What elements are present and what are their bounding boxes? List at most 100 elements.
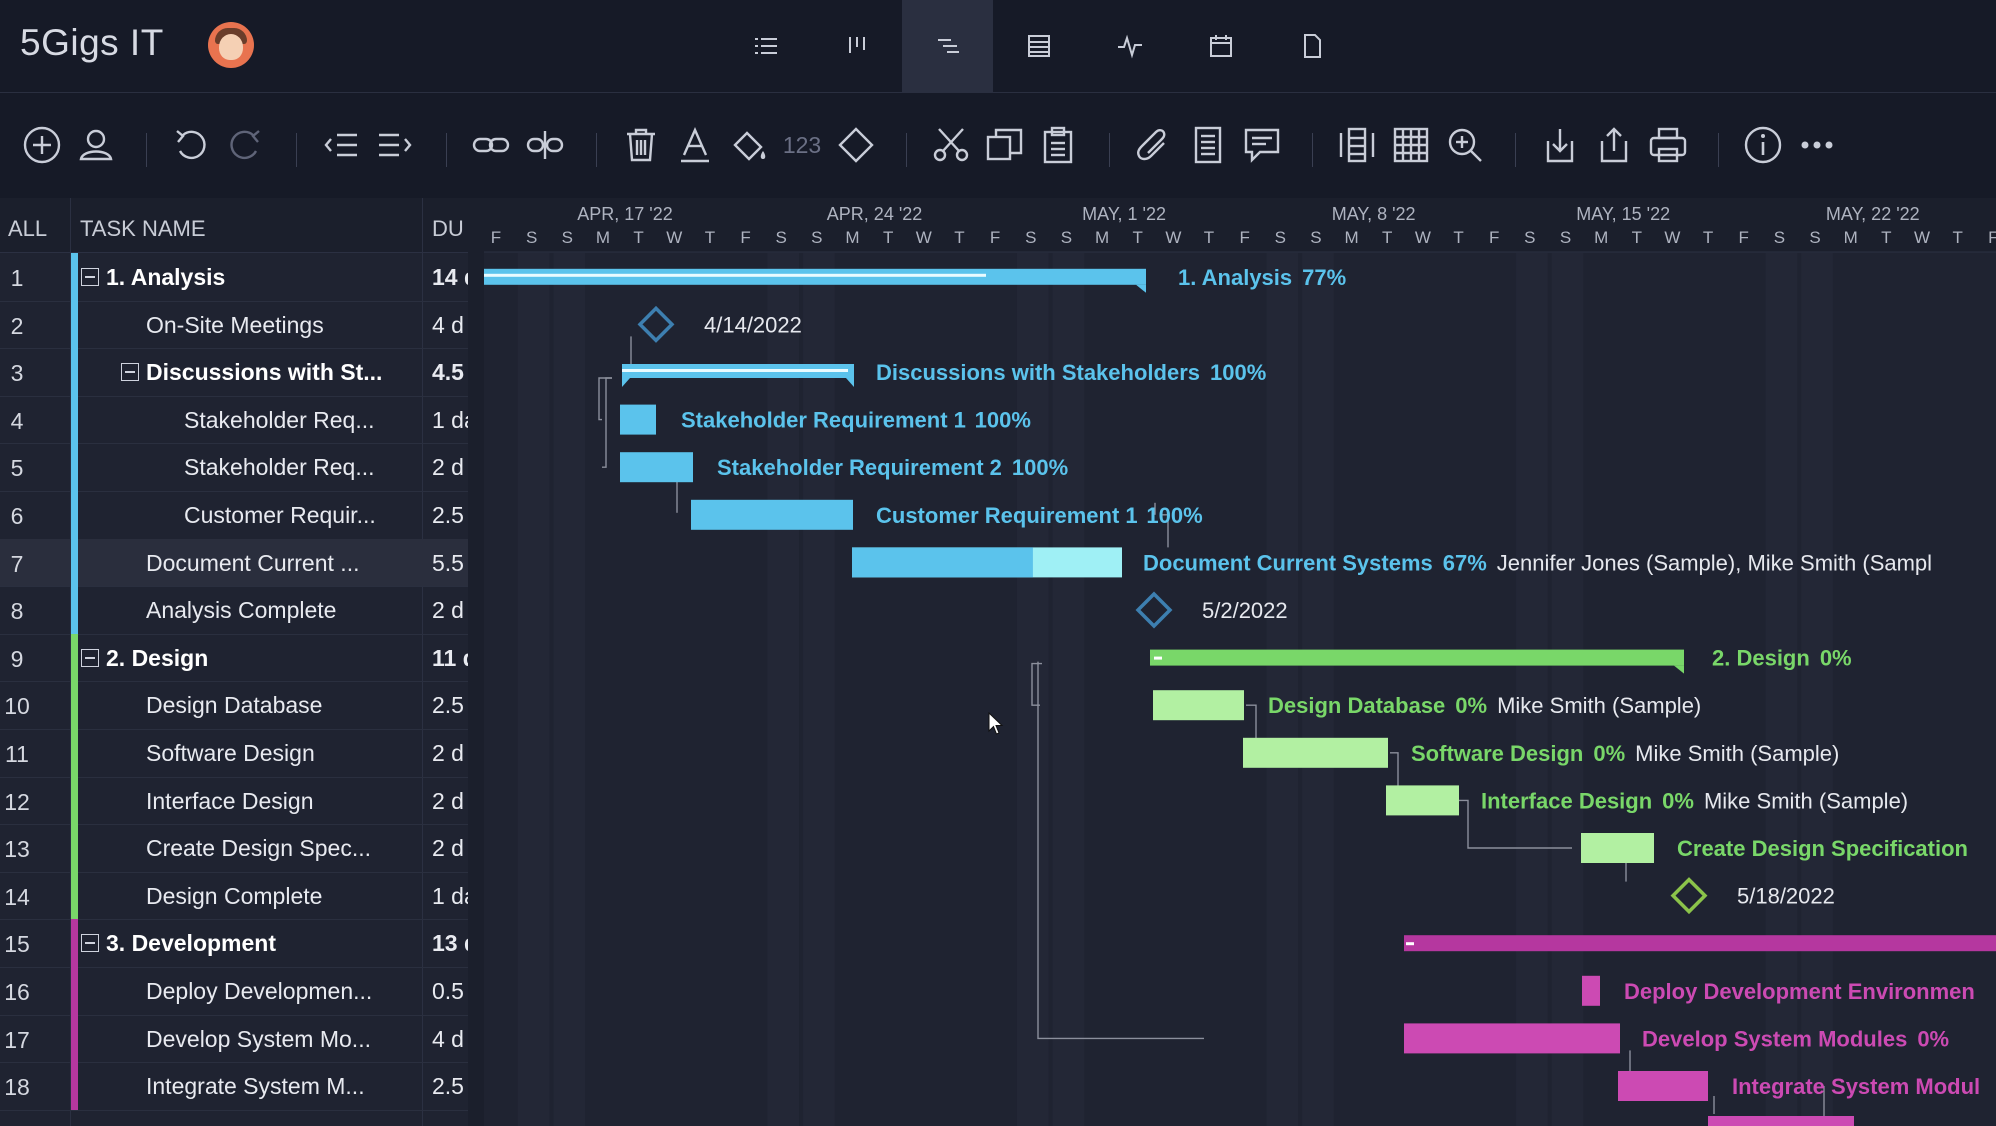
- comment-button[interactable]: [1240, 123, 1284, 167]
- project-title[interactable]: 5Gigs IT: [20, 22, 164, 64]
- text-color-button[interactable]: [673, 123, 717, 167]
- duration-cell[interactable]: 4.5: [432, 359, 468, 386]
- task-row[interactable]: 3 Discussions with St... 4.5: [0, 348, 468, 397]
- columns-button[interactable]: [1335, 123, 1379, 167]
- task-row[interactable]: 9 2. Design 11 d: [0, 633, 468, 683]
- milestone-analysis-complete[interactable]: [1135, 591, 1173, 629]
- task-name-cell[interactable]: 1. Analysis: [106, 264, 225, 291]
- summary-bar-design[interactable]: [1150, 649, 1684, 666]
- dashboard-view-tab[interactable]: [1084, 0, 1175, 92]
- task-bar-stakeholder-req-2[interactable]: [620, 452, 693, 483]
- duration-column-header[interactable]: DU: [432, 216, 464, 242]
- collapse-toggle-icon[interactable]: [81, 648, 99, 667]
- task-name-cell[interactable]: Deploy Developmen...: [146, 978, 372, 1005]
- duration-cell[interactable]: 1 da: [432, 883, 468, 910]
- duration-cell[interactable]: 2 d: [432, 835, 468, 862]
- task-bar-integrate-system-modules[interactable]: [1618, 1071, 1708, 1101]
- task-row[interactable]: 1 1. Analysis 14 d: [0, 253, 468, 302]
- duration-cell[interactable]: 1 da: [432, 407, 468, 434]
- add-task-button[interactable]: [20, 123, 64, 167]
- table-button[interactable]: [1389, 123, 1433, 167]
- cut-button[interactable]: [929, 123, 973, 167]
- task-row[interactable]: 6 Customer Requir... 2.5: [0, 491, 468, 540]
- redo-button[interactable]: [223, 123, 267, 167]
- delete-button[interactable]: [619, 123, 663, 167]
- task-row[interactable]: 18 Integrate System M... 2.5: [0, 1062, 468, 1111]
- import-button[interactable]: [1538, 123, 1582, 167]
- calendar-view-tab[interactable]: [1175, 0, 1266, 92]
- link-button[interactable]: [469, 123, 513, 167]
- duration-cell[interactable]: 2.5: [432, 502, 468, 529]
- undo-button[interactable]: [169, 123, 213, 167]
- summary-bar-development[interactable]: [1404, 935, 1996, 952]
- collapse-toggle-icon[interactable]: [81, 934, 99, 953]
- duration-cell[interactable]: 2 d: [432, 454, 468, 481]
- task-row[interactable]: 7 Document Current ... 5.5: [0, 538, 468, 588]
- duration-cell[interactable]: 2 d: [432, 788, 468, 815]
- duration-cell[interactable]: 0.5: [432, 978, 468, 1005]
- milestone-on-site-meetings[interactable]: [637, 305, 675, 343]
- task-row[interactable]: 16 Deploy Developmen... 0.5: [0, 967, 468, 1016]
- notes-button[interactable]: [1186, 123, 1230, 167]
- print-button[interactable]: [1646, 123, 1690, 167]
- task-name-cell[interactable]: Customer Requir...: [184, 502, 376, 529]
- task-name-cell[interactable]: Stakeholder Req...: [184, 454, 375, 481]
- list-view-tab[interactable]: [720, 0, 811, 92]
- task-bar-develop-system-modules[interactable]: [1404, 1023, 1620, 1054]
- collapse-toggle-icon[interactable]: [121, 363, 139, 382]
- task-bar-interface-design[interactable]: [1386, 785, 1459, 816]
- task-name-cell[interactable]: Interface Design: [146, 788, 313, 815]
- task-row[interactable]: 4 Stakeholder Req... 1 da: [0, 395, 468, 445]
- task-bar-customer-req-1[interactable]: [691, 499, 853, 530]
- gantt-canvas[interactable]: APR, 17 '22 APR, 24 '22 MAY, 1 '22 MAY, 8 '…: [484, 198, 1996, 1126]
- task-bar-create-design-spec[interactable]: [1581, 833, 1654, 863]
- assign-user-button[interactable]: [74, 123, 118, 167]
- task-name-column-header[interactable]: TASK NAME: [80, 216, 206, 242]
- task-row[interactable]: 10 Design Database 2.5: [0, 681, 468, 730]
- export-button[interactable]: [1592, 123, 1636, 167]
- task-row[interactable]: 17 Develop System Mo... 4 d: [0, 1014, 468, 1064]
- duration-cell[interactable]: 5.5: [432, 550, 468, 577]
- more-button[interactable]: [1795, 123, 1839, 167]
- task-row[interactable]: 2 On-Site Meetings 4 d: [0, 300, 468, 350]
- milestone-design-complete[interactable]: [1670, 877, 1708, 915]
- sheet-view-tab[interactable]: [993, 0, 1084, 92]
- duration-cell[interactable]: 13 d: [432, 930, 468, 957]
- task-row[interactable]: 5 Stakeholder Req... 2 d: [0, 443, 468, 492]
- task-name-cell[interactable]: Analysis Complete: [146, 597, 336, 624]
- task-bar-deploy-dev-env[interactable]: [1582, 975, 1600, 1006]
- paste-button[interactable]: [1036, 123, 1080, 167]
- document-view-tab[interactable]: [1266, 0, 1357, 92]
- attach-button[interactable]: [1132, 123, 1176, 167]
- task-bar-design-database[interactable]: [1153, 690, 1244, 721]
- duration-cell[interactable]: 4 d: [432, 312, 468, 339]
- panel-splitter[interactable]: [468, 198, 484, 1126]
- task-name-cell[interactable]: 2. Design: [106, 645, 208, 672]
- task-row[interactable]: 14 Design Complete 1 da: [0, 871, 468, 921]
- fill-color-button[interactable]: [727, 123, 771, 167]
- all-column-header[interactable]: ALL: [8, 216, 47, 242]
- task-row[interactable]: 11 Software Design 2 d: [0, 729, 468, 778]
- task-name-cell[interactable]: 3. Development: [106, 930, 276, 957]
- task-row[interactable]: 12 Interface Design 2 d: [0, 776, 468, 826]
- collapse-toggle-icon[interactable]: [81, 268, 99, 286]
- task-name-cell[interactable]: Discussions with St...: [146, 359, 382, 386]
- duration-cell[interactable]: 4 d: [432, 1026, 468, 1053]
- duration-cell[interactable]: 2 d: [432, 597, 468, 624]
- task-row[interactable]: 15 3. Development 13 d: [0, 919, 468, 968]
- task-bar-document-current-systems[interactable]: [852, 547, 1033, 578]
- duration-cell[interactable]: 2.5: [432, 692, 468, 719]
- task-row[interactable]: 13 Create Design Spec... 2 d: [0, 824, 468, 873]
- zoom-button[interactable]: [1443, 123, 1487, 167]
- info-button[interactable]: [1741, 123, 1785, 167]
- duration-cell[interactable]: 2.5: [432, 1073, 468, 1100]
- milestone-button[interactable]: [834, 123, 878, 167]
- copy-button[interactable]: [983, 123, 1027, 167]
- task-name-cell[interactable]: Stakeholder Req...: [184, 407, 375, 434]
- unlink-button[interactable]: [523, 123, 567, 167]
- task-name-cell[interactable]: On-Site Meetings: [146, 312, 324, 339]
- user-avatar[interactable]: [208, 22, 254, 68]
- outdent-button[interactable]: [319, 123, 363, 167]
- task-name-cell[interactable]: Software Design: [146, 740, 315, 767]
- board-view-tab[interactable]: [811, 0, 902, 92]
